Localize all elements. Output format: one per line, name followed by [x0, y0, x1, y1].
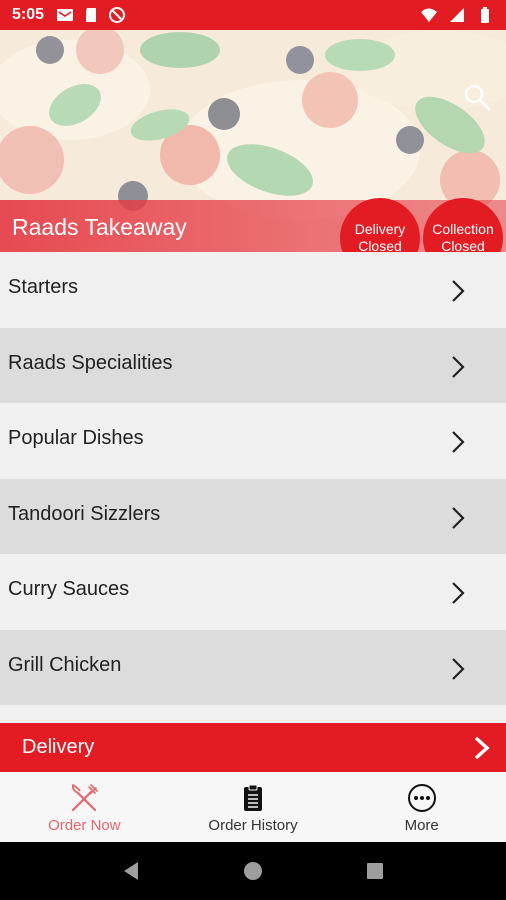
fork-knife-icon	[72, 784, 99, 812]
restaurant-name: Raads Takeaway	[12, 214, 187, 240]
more-icon	[407, 784, 436, 812]
chevron-right-icon	[452, 657, 465, 680]
chevron-right-icon	[452, 280, 465, 302]
hero-banner: Raads Takeaway Delivery Closed Collectio…	[0, 30, 506, 252]
wifi-icon	[421, 8, 437, 22]
tab-order-now[interactable]: Order Now	[0, 772, 169, 842]
menu-category-list: Starters Raads Specialities Popular Dish…	[0, 252, 506, 705]
tab-label: More	[404, 817, 439, 834]
status-bar: 5:05	[0, 0, 506, 30]
tab-label: Order Now	[48, 817, 121, 834]
mail-icon	[57, 9, 74, 21]
chevron-right-icon	[452, 506, 465, 529]
menu-item-starters[interactable]: Starters	[0, 252, 506, 328]
delivery-mode-bar[interactable]: Delivery	[0, 723, 506, 772]
clipboard-icon	[244, 784, 262, 811]
menu-item-raads-specialities[interactable]: Raads Specialities	[0, 327, 506, 403]
status-system-icons	[420, 6, 494, 24]
status-notification-icons	[56, 6, 126, 24]
signal-icon	[450, 8, 464, 22]
home-icon[interactable]	[242, 860, 264, 882]
battery-icon	[481, 7, 489, 23]
chevron-right-icon	[452, 431, 465, 453]
tab-order-history[interactable]: Order History	[169, 772, 338, 842]
menu-item-popular-dishes[interactable]: Popular Dishes	[0, 403, 506, 479]
menu-item-label: Curry Sauces	[8, 578, 130, 601]
system-navigation-bar	[0, 842, 506, 900]
menu-item-label: Grill Chicken	[8, 653, 122, 676]
chevron-right-icon	[452, 582, 465, 604]
delivery-status-line2: Closed	[358, 238, 402, 252]
back-icon[interactable]	[120, 860, 142, 882]
menu-item-label: Tandoori Sizzlers	[8, 502, 161, 525]
menu-item-tandoori-sizzlers[interactable]: Tandoori Sizzlers	[0, 478, 506, 554]
menu-item-grill-chicken[interactable]: Grill Chicken	[0, 629, 506, 705]
search-icon[interactable]	[462, 82, 492, 112]
blocked-icon	[109, 7, 126, 23]
collection-status-line1: Collection	[432, 221, 494, 237]
menu-item-curry-sauces[interactable]: Curry Sauces	[0, 554, 506, 630]
menu-item-label: Raads Specialities	[8, 351, 173, 374]
recents-icon[interactable]	[364, 860, 386, 882]
chevron-right-icon	[474, 736, 490, 760]
sd-card-icon	[86, 8, 97, 22]
delivery-status-line1: Delivery	[354, 221, 406, 237]
menu-item-label: Starters	[8, 276, 79, 299]
chevron-right-icon	[452, 355, 465, 378]
delivery-mode-label: Delivery	[22, 736, 95, 758]
collection-status-line2: Closed	[441, 238, 485, 252]
bottom-tab-bar: Order Now Order History More	[0, 772, 506, 842]
tab-label: Order History	[208, 817, 298, 834]
tab-more[interactable]: More	[337, 772, 506, 842]
menu-item-label: Popular Dishes	[8, 427, 144, 450]
status-time: 5:05	[12, 6, 45, 23]
